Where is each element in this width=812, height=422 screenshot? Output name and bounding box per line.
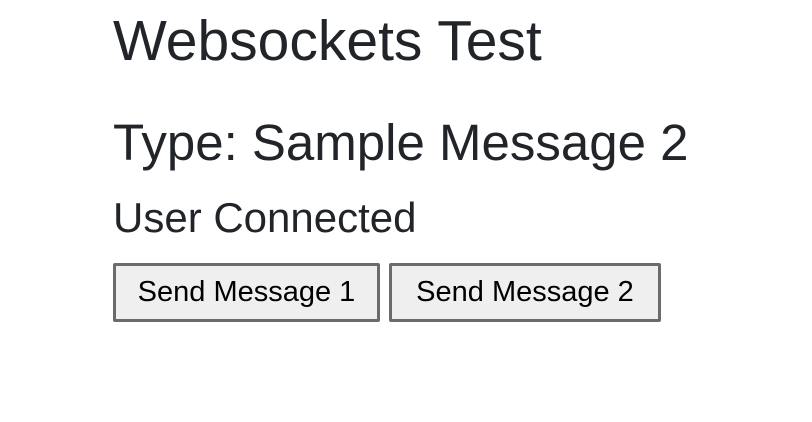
connection-status: User Connected (113, 194, 417, 241)
button-row: Send Message 1 Send Message 2 (113, 263, 661, 322)
send-message-1-button[interactable]: Send Message 1 (113, 263, 380, 322)
send-message-2-button[interactable]: Send Message 2 (389, 263, 661, 322)
message-type-heading: Type: Sample Message 2 (113, 114, 689, 171)
page-title: Websockets Test (113, 9, 542, 73)
